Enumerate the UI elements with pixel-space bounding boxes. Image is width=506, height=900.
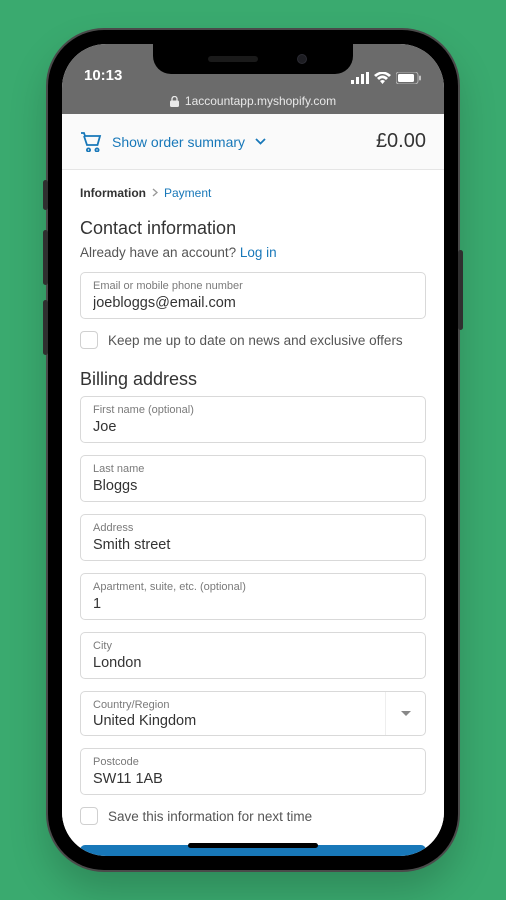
first-name-label: First name (optional): [93, 404, 413, 416]
news-optin-checkbox[interactable]: [80, 331, 98, 349]
address-label: Address: [93, 522, 413, 534]
email-input[interactable]: [93, 295, 413, 311]
city-label: City: [93, 640, 413, 652]
last-name-label: Last name: [93, 463, 413, 475]
volume-down-button: [43, 300, 48, 355]
breadcrumb: Information Payment: [80, 186, 426, 200]
lock-icon: [170, 96, 179, 107]
save-info-row[interactable]: Save this information for next time: [80, 807, 426, 825]
browser-url-bar[interactable]: 1accountapp.myshopify.com: [62, 88, 444, 114]
mute-switch: [43, 180, 48, 210]
breadcrumb-next[interactable]: Payment: [164, 186, 211, 200]
chevron-down-icon: [255, 138, 266, 145]
postcode-label: Postcode: [93, 756, 413, 768]
country-label: Country/Region: [93, 699, 413, 711]
order-summary-toggle[interactable]: Show order summary £0.00: [62, 114, 444, 170]
email-label: Email or mobile phone number: [93, 280, 413, 292]
url-host: 1accountapp.myshopify.com: [185, 94, 336, 108]
last-name-field[interactable]: Last name: [80, 455, 426, 502]
speaker-grille: [208, 56, 258, 62]
country-value: United Kingdom: [93, 713, 413, 729]
contact-heading: Contact information: [80, 218, 426, 239]
address-field[interactable]: Address: [80, 514, 426, 561]
notch: [153, 44, 353, 74]
city-input[interactable]: [93, 655, 413, 671]
country-field[interactable]: Country/Region United Kingdom: [80, 691, 426, 736]
news-optin-row[interactable]: Keep me up to date on news and exclusive…: [80, 331, 426, 349]
page-content: Show order summary £0.00 Information Pay…: [62, 114, 444, 856]
phone-frame: 10:13 1accountapp.myshopify.com Show ord…: [48, 30, 458, 870]
postcode-field[interactable]: Postcode: [80, 748, 426, 795]
apartment-input[interactable]: [93, 596, 413, 612]
caret-down-icon: [401, 711, 411, 717]
address-input[interactable]: [93, 537, 413, 553]
order-summary-label: Show order summary: [112, 134, 245, 150]
last-name-input[interactable]: [93, 478, 413, 494]
battery-icon: [396, 72, 422, 84]
cellular-icon: [351, 72, 369, 84]
apartment-label: Apartment, suite, etc. (optional): [93, 581, 413, 593]
status-time: 10:13: [84, 67, 122, 84]
save-info-checkbox[interactable]: [80, 807, 98, 825]
postcode-input[interactable]: [93, 771, 413, 787]
first-name-input[interactable]: [93, 419, 413, 435]
order-total: £0.00: [376, 130, 426, 153]
screen: 10:13 1accountapp.myshopify.com Show ord…: [62, 44, 444, 856]
breadcrumb-current: Information: [80, 186, 146, 200]
cart-icon: [80, 132, 102, 152]
email-field[interactable]: Email or mobile phone number: [80, 272, 426, 319]
billing-heading: Billing address: [80, 369, 426, 390]
country-dropdown-caret[interactable]: [385, 692, 425, 735]
status-right: [351, 72, 422, 84]
wifi-icon: [374, 72, 391, 84]
news-optin-label: Keep me up to date on news and exclusive…: [108, 333, 403, 348]
account-prompt: Already have an account? Log in: [80, 245, 426, 260]
front-camera: [297, 54, 307, 64]
city-field[interactable]: City: [80, 632, 426, 679]
power-button: [458, 250, 463, 330]
first-name-field[interactable]: First name (optional): [80, 396, 426, 443]
save-info-label: Save this information for next time: [108, 809, 312, 824]
chevron-right-icon: [152, 186, 158, 200]
login-link[interactable]: Log in: [240, 245, 277, 260]
home-indicator[interactable]: [188, 843, 318, 848]
apartment-field[interactable]: Apartment, suite, etc. (optional): [80, 573, 426, 620]
volume-up-button: [43, 230, 48, 285]
